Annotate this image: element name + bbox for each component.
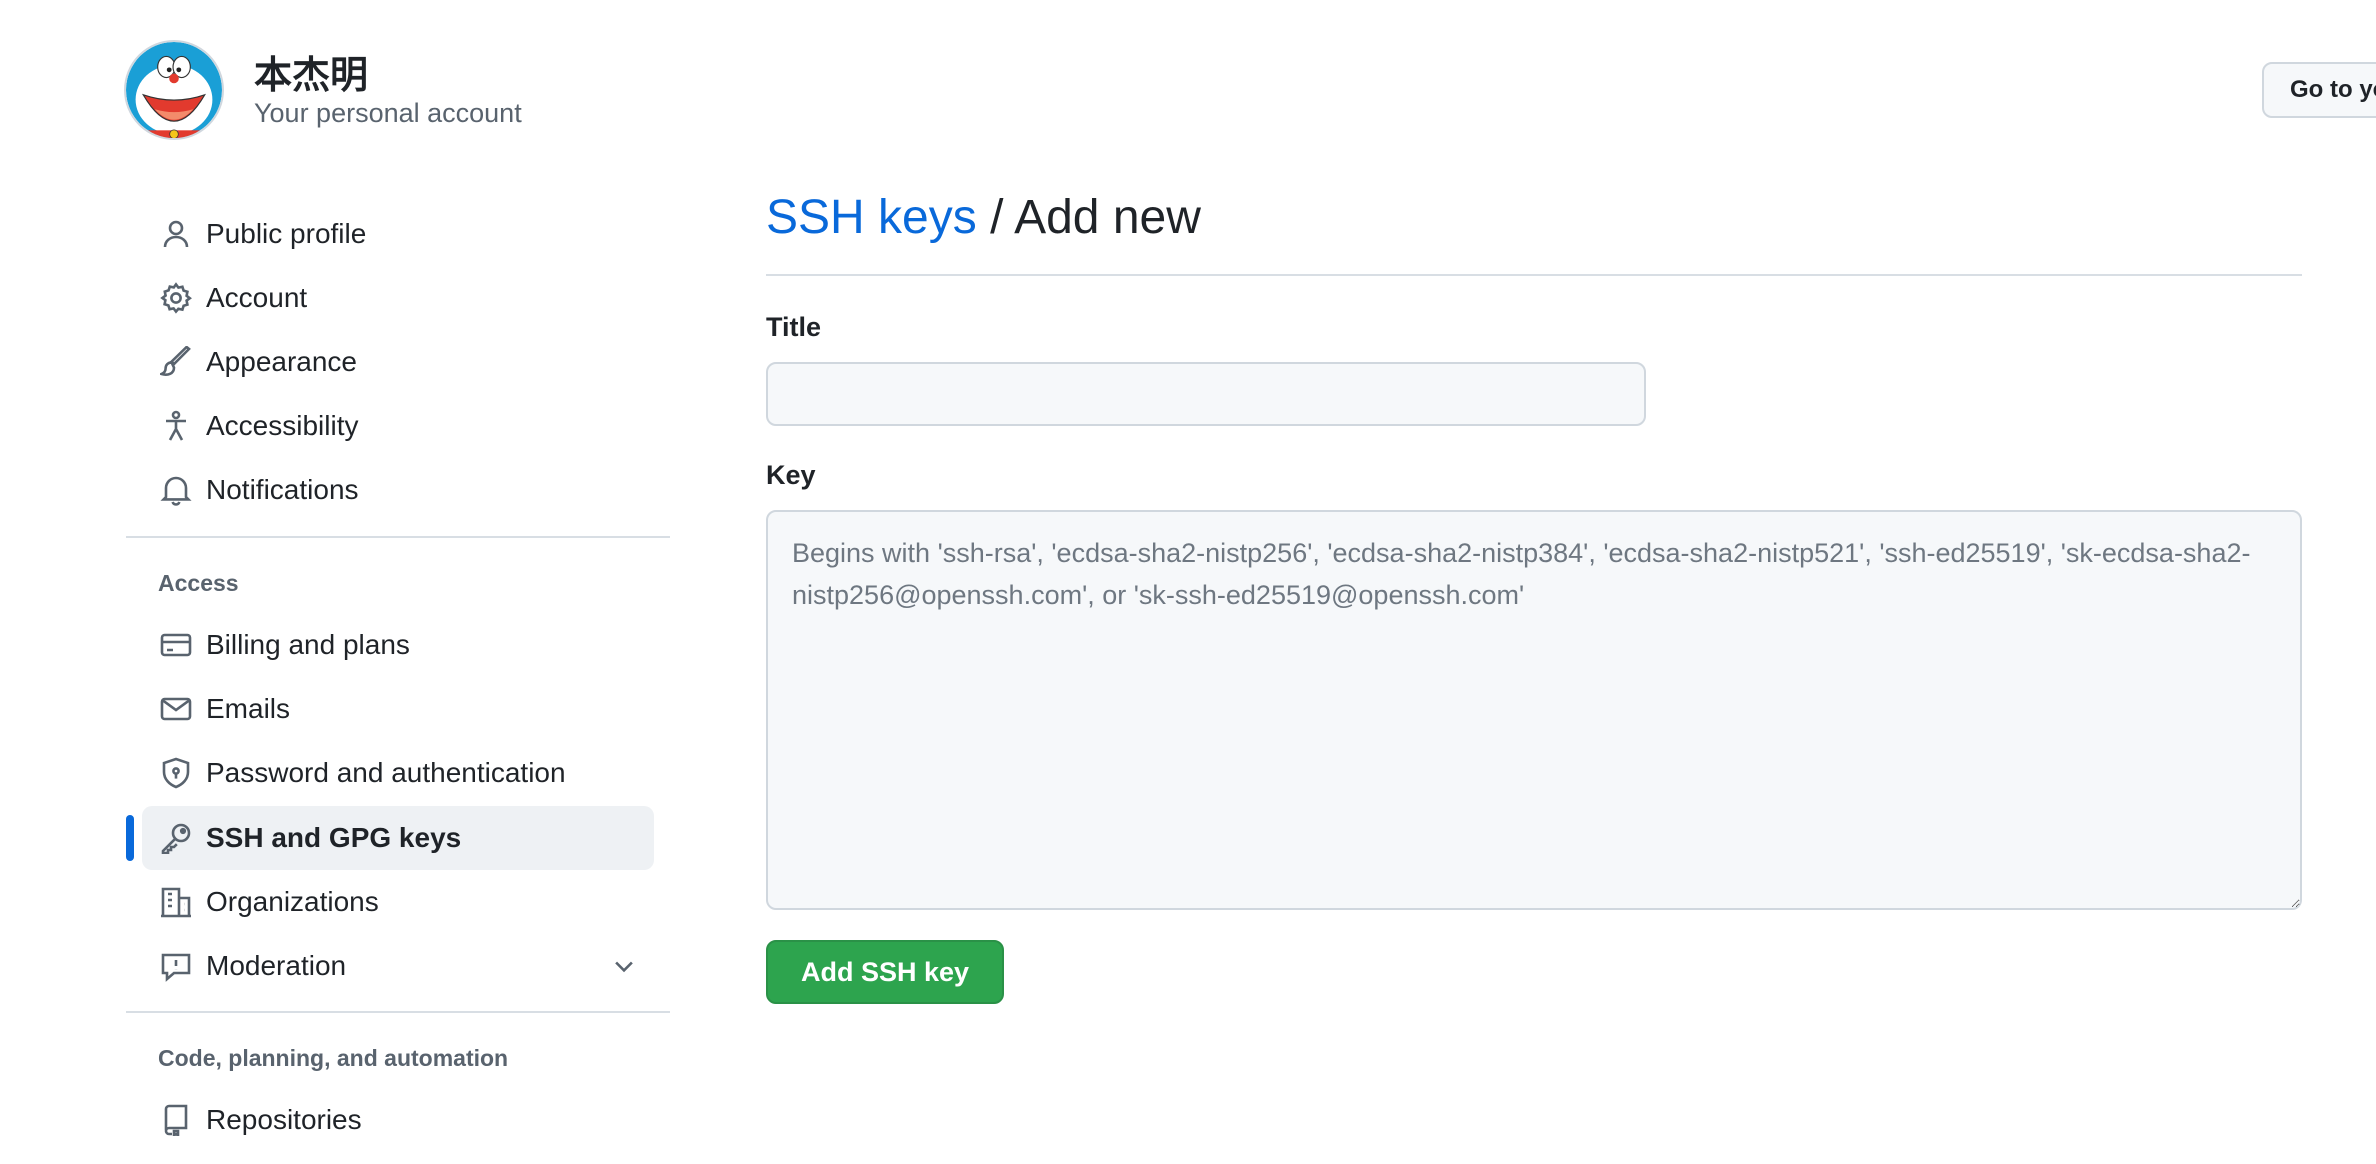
sidebar-item-label: Notifications [206,474,359,505]
sidebar-item-public-profile[interactable]: Public profile [142,202,654,266]
sidebar-section-code-planning-automation: Code, planning, and automation [158,1045,509,1071]
sidebar-item-account[interactable]: Account [142,266,654,330]
key-icon [152,818,200,858]
sidebar-item-accessibility[interactable]: Accessibility [142,394,654,458]
sidebar-item-billing[interactable]: Billing and plans [142,613,654,677]
mail-icon [152,689,200,729]
sidebar-item-label: SSH and GPG keys [206,822,462,853]
heading-divider [766,274,2302,276]
sidebar-item-organizations[interactable]: Organizations [142,870,654,934]
sidebar-item-label: Account [206,282,308,313]
sidebar-item-emails[interactable]: Emails [142,677,654,741]
account-name: 本杰明 [254,55,369,97]
active-indicator [126,815,134,861]
go-to-profile-button[interactable]: Go to yo [2262,62,2376,118]
account-subtitle: Your personal account [254,98,522,128]
page-title: SSH keys / Add new [766,190,1201,245]
sidebar-section-access: Access [158,570,239,596]
add-ssh-key-button[interactable]: Add SSH key [766,940,1004,1004]
person-icon [152,214,200,254]
sidebar-item-ssh-gpg-keys[interactable]: SSH and GPG keys [142,806,654,870]
title-input[interactable] [766,362,1646,426]
doraemon-avatar-image [126,42,222,138]
key-label: Key [766,460,816,490]
sidebar-item-label: Moderation [206,950,347,981]
sidebar-divider [126,536,670,538]
page-title-suffix: / Add new [976,191,1201,244]
gear-icon [152,278,200,318]
bell-icon [152,470,200,510]
sidebar-item-label: Appearance [206,346,358,377]
title-label: Title [766,312,822,342]
sidebar-item-label: Repositories [206,1104,362,1135]
sidebar-item-label: Public profile [206,218,367,249]
sidebar-item-label: Accessibility [206,410,359,441]
organization-icon [152,882,200,922]
sidebar-item-label: Emails [206,693,291,724]
shield-lock-icon [152,753,200,793]
report-icon [152,946,200,986]
avatar[interactable] [124,40,224,140]
sidebar-item-appearance[interactable]: Appearance [142,330,654,394]
accessibility-icon [152,406,200,446]
sidebar-item-label: Organizations [206,886,379,917]
ssh-keys-breadcrumb-link[interactable]: SSH keys [766,191,977,244]
sidebar-item-label: Password and authentication [206,757,566,788]
sidebar-item-notifications[interactable]: Notifications [142,458,654,522]
repo-icon [152,1100,200,1140]
sidebar-item-moderation[interactable]: Moderation [142,934,654,998]
sidebar-divider [126,1011,670,1013]
sidebar-item-label: Billing and plans [206,629,410,660]
sidebar-item-repositories[interactable]: Repositories [142,1088,654,1152]
sidebar-item-password-authentication[interactable]: Password and authentication [142,741,654,805]
chevron-down-icon[interactable] [610,952,638,980]
credit-card-icon [152,625,200,665]
key-textarea[interactable] [766,510,2302,910]
paintbrush-icon [152,342,200,382]
